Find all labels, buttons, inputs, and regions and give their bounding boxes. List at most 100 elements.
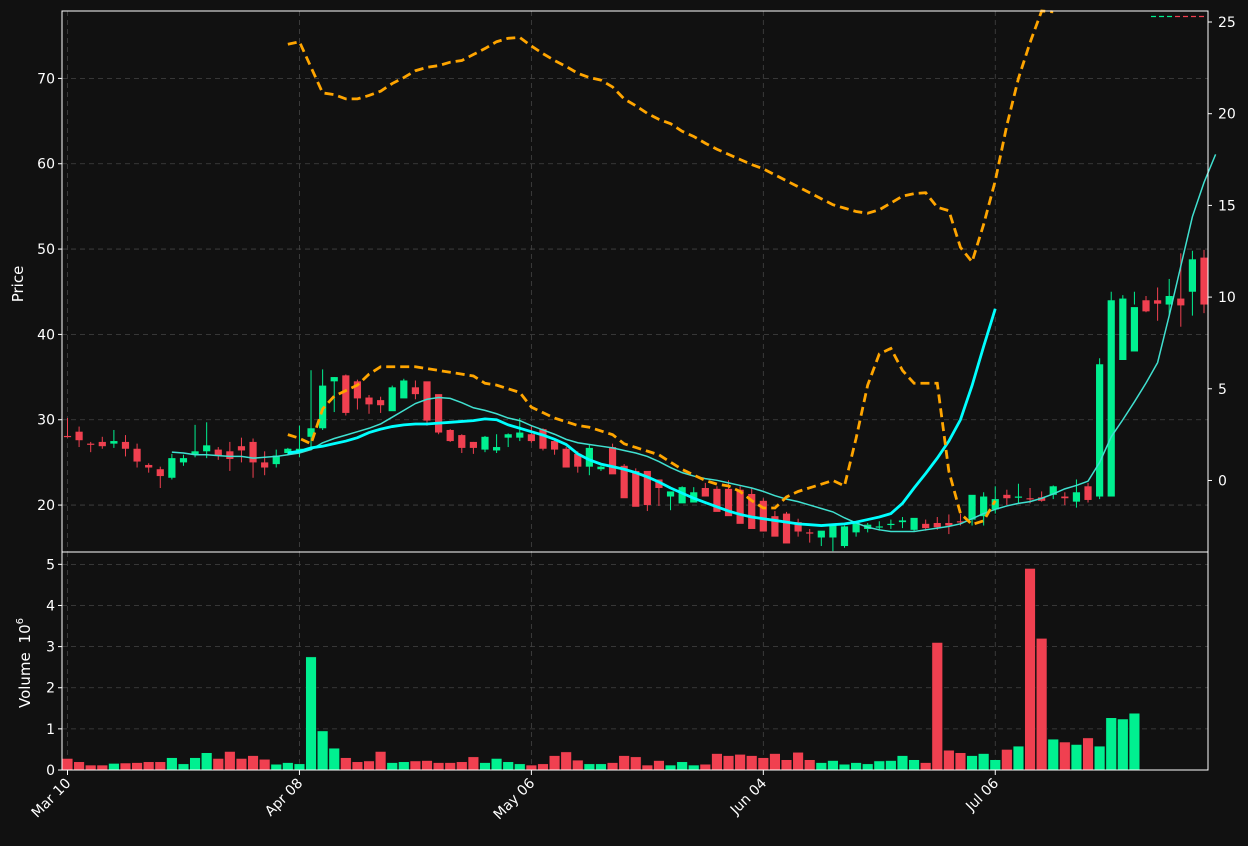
volume-bar — [131, 762, 143, 771]
volume-bar — [1059, 741, 1071, 771]
candle-body — [435, 394, 443, 433]
candle-body — [98, 441, 106, 447]
right-tick-label: 0 — [1218, 473, 1227, 489]
volume-bar — [722, 755, 735, 771]
candle-body — [875, 526, 883, 528]
candle-body — [597, 466, 605, 470]
volume-bar — [537, 763, 549, 771]
candle-body — [1061, 496, 1069, 499]
volume-bar — [699, 763, 711, 771]
volume-bar — [270, 763, 282, 771]
volume-bar — [1012, 745, 1025, 771]
volume-bar — [143, 761, 155, 771]
volume-exponent-power: 6 — [15, 618, 26, 624]
candle-body — [469, 441, 477, 448]
candle-body — [701, 488, 709, 497]
volume-bar — [1094, 745, 1106, 771]
candle-body — [342, 375, 350, 413]
volume-bar — [386, 762, 398, 771]
candle-body — [481, 436, 489, 450]
volume-bar — [340, 757, 352, 771]
volume-bar — [560, 751, 572, 771]
candle-body — [145, 464, 153, 468]
volume-bar — [850, 762, 862, 771]
volume-bar — [1036, 638, 1048, 771]
volume-bar — [734, 754, 746, 771]
price-tick-label: 30 — [37, 413, 55, 429]
candle-body — [1096, 364, 1104, 497]
volume-bar — [641, 764, 653, 771]
volume-bar — [908, 759, 920, 771]
volume-bar — [873, 760, 885, 771]
volume-bar — [409, 760, 421, 771]
candle-body — [736, 489, 744, 524]
candle-body — [237, 446, 246, 451]
volume-bar — [433, 762, 445, 771]
right-tick-label: 10 — [1218, 290, 1236, 306]
volume-tick-label: 0 — [46, 763, 55, 779]
volume-bar — [618, 755, 630, 771]
volume-bar — [317, 730, 329, 771]
volume-bar — [1128, 712, 1141, 771]
volume-tick-label: 4 — [46, 598, 55, 614]
volume-tick-label: 2 — [46, 681, 55, 697]
volume-bar — [235, 758, 248, 771]
volume-bar — [467, 756, 479, 771]
volume-bar — [166, 757, 178, 771]
candle-body — [806, 532, 814, 534]
volume-tick-label: 1 — [46, 722, 55, 738]
volume-bar — [421, 760, 433, 771]
candle-body — [1119, 298, 1127, 361]
volume-axis-label: Volume 106 — [15, 618, 34, 708]
volume-bar — [61, 758, 74, 771]
volume-bar — [804, 759, 816, 771]
volume-bar — [259, 759, 271, 771]
volume-bar — [108, 763, 120, 771]
volume-bar — [676, 761, 688, 771]
volume-bar — [514, 763, 526, 771]
volume-bar — [73, 761, 85, 771]
volume-bar — [293, 763, 306, 771]
volume-bar — [456, 761, 468, 771]
volume-bar — [491, 758, 503, 771]
candle-body — [121, 441, 130, 449]
candle-body — [1200, 257, 1208, 305]
volume-bar — [757, 757, 769, 771]
candle-body — [504, 434, 512, 438]
candle-body — [1003, 494, 1011, 499]
candle-body — [156, 469, 164, 477]
right-tick-label: 5 — [1218, 382, 1227, 398]
candle-body — [133, 448, 141, 462]
candle-body — [1107, 300, 1115, 497]
candle-body — [562, 448, 570, 468]
candle-body — [1154, 300, 1162, 304]
volume-bar — [398, 761, 410, 771]
candle-body — [539, 429, 547, 449]
candle-body — [63, 435, 72, 438]
candle-body — [179, 458, 188, 463]
candle-body — [1072, 492, 1081, 502]
volume-bar — [479, 762, 491, 771]
candle-body — [1142, 300, 1150, 312]
candlestick-chart: 2030405060700510152025012345Mar 10 Apr 08… — [0, 0, 1248, 842]
volume-bar — [688, 764, 700, 771]
candle-body — [1084, 486, 1092, 500]
volume-bar — [664, 764, 677, 771]
volume-bar — [815, 762, 827, 771]
price-axis-label: Price — [9, 266, 27, 303]
candle-body — [608, 447, 617, 475]
volume-bar — [282, 762, 294, 771]
volume-bar — [896, 755, 909, 771]
candle-body — [933, 522, 941, 528]
volume-bar — [653, 760, 665, 771]
candle-body — [261, 462, 269, 468]
volume-bar — [351, 761, 364, 771]
volume-tick-label: 5 — [46, 557, 55, 573]
volume-bar — [247, 755, 259, 771]
volume-bar — [375, 751, 387, 771]
candle-body — [1014, 496, 1023, 498]
volume-bar — [525, 764, 537, 771]
volume-bar — [989, 759, 1001, 771]
candle-body — [840, 526, 849, 547]
volume-bar — [502, 761, 514, 771]
